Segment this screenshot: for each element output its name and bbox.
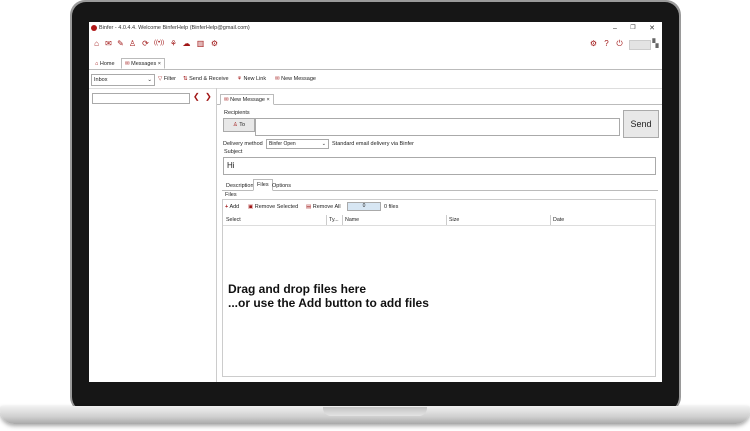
drop-zone-hint: Drag and drop files here [228, 282, 367, 296]
subject-label: Subject [224, 149, 243, 155]
remove-all-icon: ▤ [306, 204, 312, 210]
app-logo-icon [91, 25, 97, 31]
message-search-input[interactable] [92, 93, 190, 104]
column-divider [446, 215, 447, 225]
file-count: 0 files [384, 204, 399, 210]
column-date[interactable]: Date [553, 217, 564, 223]
next-icon[interactable]: ❯ [205, 92, 212, 101]
user-icon[interactable]: ♙ [128, 39, 137, 48]
delivery-note: Standard email delivery via Binfer [332, 141, 414, 147]
column-select[interactable]: Select [226, 217, 241, 223]
main-tabs [89, 57, 662, 70]
window-title: Binfer - 4.0.4.4. Welcome BinferHelp (Bi… [99, 25, 250, 31]
new-message-button[interactable]: ✉ New Message [275, 75, 316, 83]
chevron-down-icon: ⌄ [147, 77, 152, 83]
filter-button[interactable]: ▽ Filter [158, 75, 176, 83]
remove-selected-button[interactable]: ▣ Remove Selected [248, 203, 298, 211]
home-icon[interactable]: ⌂ [92, 39, 101, 48]
drop-zone-hint-secondary: ...or use the Add button to add files [228, 296, 429, 310]
remove-selected-icon: ▣ [248, 204, 254, 210]
add-label: Add [229, 204, 240, 210]
send-button[interactable]: Send [623, 110, 659, 138]
remove-selected-label: Remove Selected [254, 204, 299, 210]
broadcast-icon[interactable]: ((•)) [154, 39, 164, 48]
close-button[interactable]: ✕ [645, 23, 659, 34]
delivery-method-value: Binfer Open [269, 141, 296, 147]
add-files-button[interactable]: + Add [225, 203, 239, 211]
chevron-down-icon: ⌄ [321, 141, 326, 147]
close-tab-icon[interactable]: × [158, 61, 161, 67]
remove-all-button[interactable]: ▤ Remove All [306, 203, 341, 211]
files-table-header [223, 214, 655, 226]
tab-messages[interactable]: ✉ Messages × [121, 58, 165, 69]
laptop-notch [323, 407, 427, 416]
refresh-icon[interactable]: ⟳ [141, 39, 150, 48]
close-tab-icon[interactable]: × [267, 97, 270, 103]
delivery-method-select[interactable]: Binfer Open ⌄ [266, 139, 329, 149]
power-icon[interactable]: ⏻ [615, 39, 624, 48]
filter-label: Filter [163, 76, 176, 82]
subject-input[interactable]: Hi [223, 157, 656, 175]
app-window: Binfer - 4.0.4.4. Welcome BinferHelp (Bi… [89, 22, 662, 382]
help-icon[interactable]: ? [602, 39, 611, 48]
plus-icon: + [225, 204, 229, 210]
filter-icon: ▽ [158, 76, 163, 82]
send-receive-icon: ⇅ [183, 76, 188, 82]
cloud-icon[interactable]: ☁ [182, 39, 191, 48]
status-box [629, 40, 651, 50]
column-size[interactable]: Size [449, 217, 459, 223]
new-link-button[interactable]: ⚘ New Link [237, 75, 266, 83]
layout-icon[interactable]: ▚ [651, 39, 660, 48]
progress-bar: 0 [347, 202, 381, 211]
maximize-button[interactable]: ❐ [626, 23, 640, 34]
settings-icon[interactable]: ⚙ [589, 39, 598, 48]
column-name[interactable]: Name [345, 217, 359, 223]
files-group-label: Files [225, 192, 237, 198]
mail-icon: ✉ [125, 61, 130, 67]
delivery-method-label: Delivery method [223, 141, 263, 147]
share-icon[interactable]: ⚘ [169, 39, 178, 48]
column-divider [326, 215, 327, 225]
to-button[interactable]: ♙ To [223, 118, 255, 132]
tab-label: Home [99, 61, 115, 67]
mail-icon[interactable]: ✉ [104, 39, 113, 48]
tab-options[interactable]: Options [268, 180, 295, 191]
folder-select[interactable]: Inbox ⌄ [91, 74, 155, 86]
user-icon: ♙ [232, 122, 238, 128]
mail-icon: ✉ [275, 76, 280, 82]
to-label: To [239, 122, 246, 128]
column-divider [550, 215, 551, 225]
link-icon: ⚘ [237, 76, 242, 82]
recipients-input[interactable] [255, 118, 620, 136]
tab-label: Messages [131, 61, 157, 67]
send-receive-button[interactable]: ⇅ Send & Receive [183, 75, 229, 83]
folder-select-value: Inbox [94, 77, 108, 83]
send-receive-label: Send & Receive [189, 76, 229, 82]
tab-label: New Message [230, 97, 265, 103]
tab-new-message[interactable]: ✉ New Message × [220, 94, 274, 105]
tab-home[interactable]: ⌂ Home [91, 58, 119, 69]
new-link-label: New Link [243, 76, 267, 82]
new-message-label: New Message [281, 76, 316, 82]
remove-all-label: Remove All [312, 204, 341, 210]
column-type[interactable]: Ty... [329, 217, 339, 223]
recipients-label: Recipients [224, 110, 250, 116]
message-list-pane [89, 88, 217, 382]
minimize-button[interactable]: – [608, 23, 622, 34]
network-icon[interactable]: ⚙ [210, 39, 219, 48]
column-divider [342, 215, 343, 225]
mail-icon: ✉ [224, 97, 229, 103]
barcode-icon[interactable]: ▥ [196, 39, 205, 48]
chat-icon[interactable]: ✎ [116, 39, 125, 48]
prev-icon[interactable]: ❮ [193, 92, 200, 101]
home-icon: ⌂ [95, 61, 99, 67]
